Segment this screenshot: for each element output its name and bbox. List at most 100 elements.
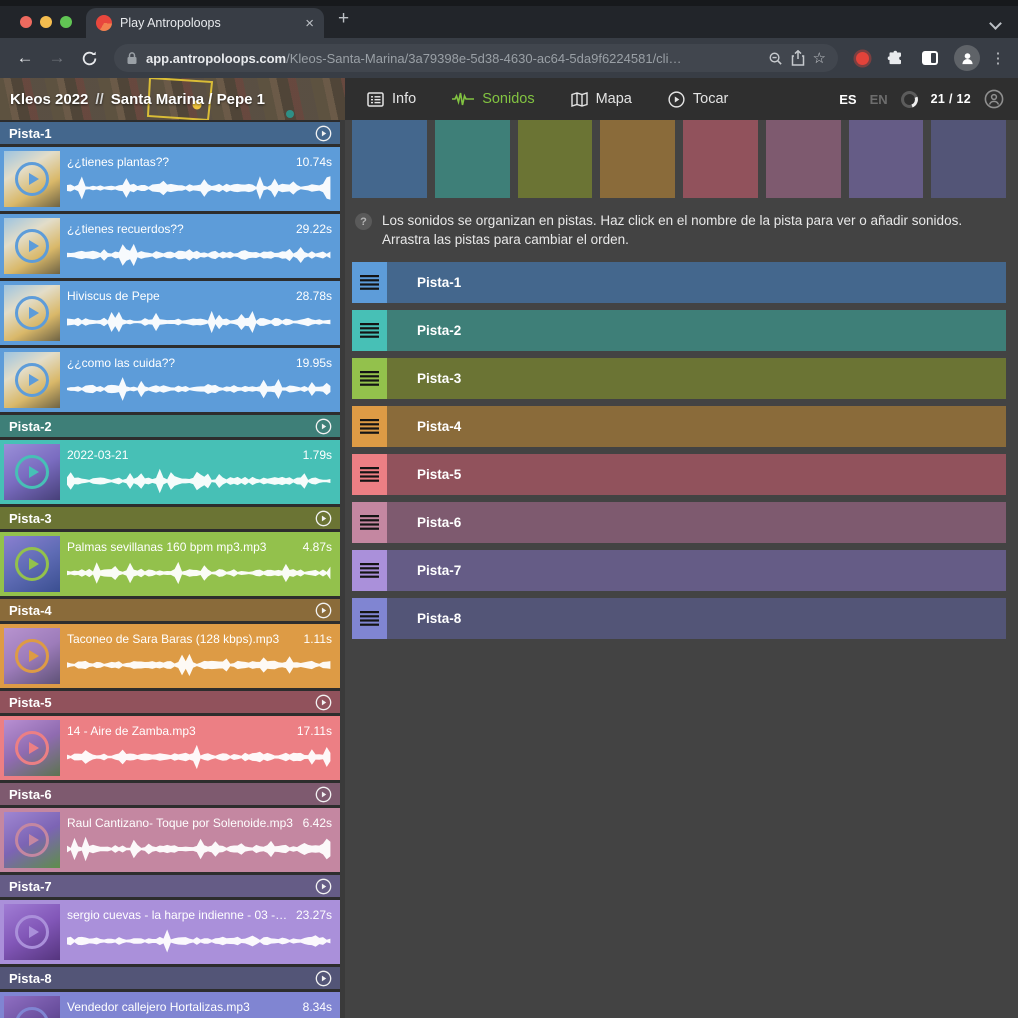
track-row-name[interactable]: Pista-1 xyxy=(417,275,461,290)
minimize-window-button[interactable] xyxy=(40,16,52,28)
clip-play-icon[interactable] xyxy=(15,162,49,196)
drag-handle[interactable] xyxy=(352,550,387,591)
track-color-swatch[interactable] xyxy=(435,120,510,198)
clip-play-icon[interactable] xyxy=(15,639,49,673)
track-color-swatch[interactable] xyxy=(600,120,675,198)
clip-thumbnail[interactable] xyxy=(4,904,60,960)
nav-info[interactable]: Info xyxy=(367,91,416,107)
drag-handle[interactable] xyxy=(352,454,387,495)
audio-clip[interactable]: ¿¿como las cuida??19.95s xyxy=(0,348,340,412)
audio-clip[interactable]: Taconeo de Sara Baras (128 kbps).mp31.11… xyxy=(0,624,340,688)
track-section-header[interactable]: Pista-7 xyxy=(0,875,340,897)
clip-thumbnail[interactable] xyxy=(4,218,60,274)
track-row-body[interactable]: Pista-4 xyxy=(387,406,1006,447)
account-icon[interactable] xyxy=(984,89,1004,109)
track-row[interactable]: Pista-6 xyxy=(352,502,1006,543)
recording-extension-icon[interactable] xyxy=(856,52,869,65)
clip-thumbnail[interactable] xyxy=(4,996,60,1018)
track-row-body[interactable]: Pista-3 xyxy=(387,358,1006,399)
track-row[interactable]: Pista-1 xyxy=(352,262,1006,303)
clip-waveform[interactable] xyxy=(67,175,332,201)
side-panel-icon[interactable] xyxy=(922,51,938,65)
clip-play-icon[interactable] xyxy=(15,455,49,489)
play-track-icon[interactable] xyxy=(315,786,332,803)
drag-handle[interactable] xyxy=(352,406,387,447)
clip-waveform[interactable] xyxy=(67,376,332,402)
breadcrumb[interactable]: Kleos 2022 // Santa Marina / Pepe 1 xyxy=(10,78,265,120)
drag-handle[interactable] xyxy=(352,262,387,303)
track-row[interactable]: Pista-2 xyxy=(352,310,1006,351)
drag-handle[interactable] xyxy=(352,598,387,639)
track-section-name[interactable]: Pista-8 xyxy=(9,971,52,986)
clip-play-icon[interactable] xyxy=(15,823,49,857)
clip-play-icon[interactable] xyxy=(15,731,49,765)
track-row-name[interactable]: Pista-5 xyxy=(417,467,461,482)
clip-thumbnail[interactable] xyxy=(4,444,60,500)
audio-clip[interactable]: ¿¿tienes recuerdos??29.22s xyxy=(0,214,340,278)
track-row-body[interactable]: Pista-2 xyxy=(387,310,1006,351)
audio-clip[interactable]: Raul Cantizano- Toque por Solenoide.mp36… xyxy=(0,808,340,872)
drag-handle[interactable] xyxy=(352,502,387,543)
track-row-body[interactable]: Pista-7 xyxy=(387,550,1006,591)
track-row[interactable]: Pista-7 xyxy=(352,550,1006,591)
clip-waveform[interactable] xyxy=(67,560,332,586)
track-row-name[interactable]: Pista-8 xyxy=(417,611,461,626)
track-row-name[interactable]: Pista-4 xyxy=(417,419,461,434)
clip-play-icon[interactable] xyxy=(15,1007,49,1018)
play-track-icon[interactable] xyxy=(315,510,332,527)
browser-profile-avatar[interactable] xyxy=(954,45,980,71)
track-color-swatch[interactable] xyxy=(352,120,427,198)
track-section-name[interactable]: Pista-6 xyxy=(9,787,52,802)
play-track-icon[interactable] xyxy=(315,694,332,711)
zoom-out-icon[interactable] xyxy=(768,51,783,66)
clip-waveform[interactable] xyxy=(67,309,332,335)
track-row-body[interactable]: Pista-1 xyxy=(387,262,1006,303)
track-section-name[interactable]: Pista-5 xyxy=(9,695,52,710)
nav-mapa[interactable]: Mapa xyxy=(571,91,632,107)
track-row[interactable]: Pista-5 xyxy=(352,454,1006,495)
nav-sonidos[interactable]: Sonidos xyxy=(452,91,534,107)
track-row-name[interactable]: Pista-2 xyxy=(417,323,461,338)
clip-thumbnail[interactable] xyxy=(4,812,60,868)
play-track-icon[interactable] xyxy=(315,970,332,987)
track-color-swatch[interactable] xyxy=(849,120,924,198)
reload-button[interactable] xyxy=(76,50,102,67)
track-color-swatch[interactable] xyxy=(683,120,758,198)
clip-thumbnail[interactable] xyxy=(4,352,60,408)
clip-waveform[interactable] xyxy=(67,836,332,862)
audio-clip[interactable]: Palmas sevillanas 160 bpm mp3.mp34.87s xyxy=(0,532,340,596)
track-section-name[interactable]: Pista-1 xyxy=(9,126,52,141)
browser-tab[interactable]: Play Antropoloops × xyxy=(86,8,324,38)
track-row[interactable]: Pista-4 xyxy=(352,406,1006,447)
track-section-header[interactable]: Pista-2 xyxy=(0,415,340,437)
address-bar[interactable]: app.antropoloops.com/Kleos-Santa-Marina/… xyxy=(114,44,838,72)
track-row-body[interactable]: Pista-8 xyxy=(387,598,1006,639)
lang-en-button[interactable]: EN xyxy=(870,92,888,107)
audio-clip[interactable]: sergio cuevas - la harpe indienne - 03 -… xyxy=(0,900,340,964)
nav-tocar[interactable]: Tocar xyxy=(668,91,728,108)
tab-close-icon[interactable]: × xyxy=(305,16,314,31)
clip-waveform[interactable] xyxy=(67,242,332,268)
audio-clip[interactable]: 14 - Aire de Zamba.mp317.11s xyxy=(0,716,340,780)
clip-waveform[interactable] xyxy=(67,928,332,954)
clip-play-icon[interactable] xyxy=(15,363,49,397)
track-section-header[interactable]: Pista-3 xyxy=(0,507,340,529)
track-section-name[interactable]: Pista-7 xyxy=(9,879,52,894)
map-thumbnail[interactable]: Kleos 2022 // Santa Marina / Pepe 1 xyxy=(0,78,345,120)
tab-search-chevron-icon[interactable] xyxy=(989,17,1002,30)
audio-clip[interactable]: 2022-03-211.79s xyxy=(0,440,340,504)
track-color-swatch[interactable] xyxy=(931,120,1006,198)
audio-clip[interactable]: Vendedor callejero Hortalizas.mp38.34s xyxy=(0,992,340,1018)
track-section-header[interactable]: Pista-5 xyxy=(0,691,340,713)
track-section-header[interactable]: Pista-1 xyxy=(0,122,340,144)
forward-button[interactable]: → xyxy=(44,48,70,68)
browser-menu-icon[interactable]: ⋮ xyxy=(990,49,1006,67)
clip-play-icon[interactable] xyxy=(15,296,49,330)
clip-play-icon[interactable] xyxy=(15,229,49,263)
close-window-button[interactable] xyxy=(20,16,32,28)
audio-clip[interactable]: ¿¿tienes plantas??10.74s xyxy=(0,147,340,211)
new-tab-button[interactable]: + xyxy=(338,4,349,34)
clip-waveform[interactable] xyxy=(67,652,332,678)
bookmark-star-icon[interactable]: ☆ xyxy=(813,49,826,67)
audio-clip[interactable]: Hiviscus de Pepe28.78s xyxy=(0,281,340,345)
